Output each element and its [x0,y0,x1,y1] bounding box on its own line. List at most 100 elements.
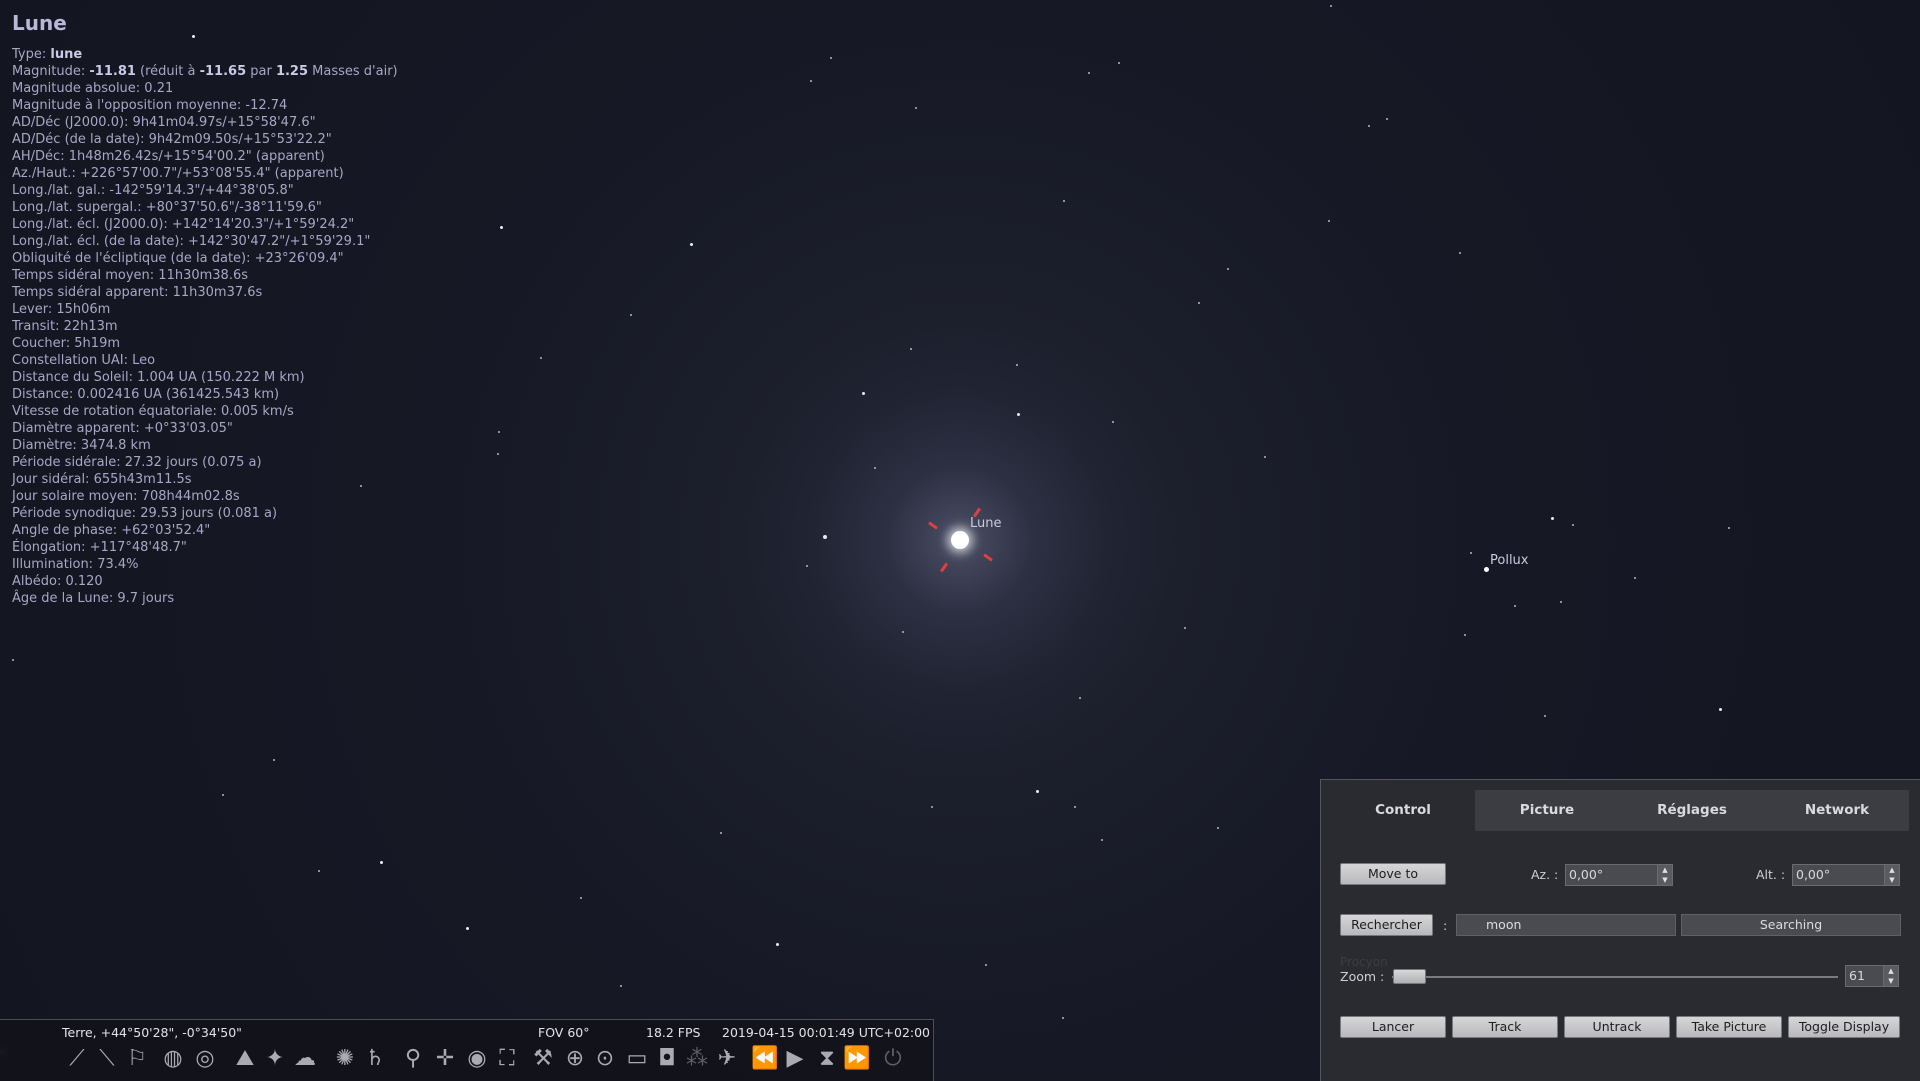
info-line: Obliquité de l'écliptique (de la date): … [12,251,344,266]
sensor-frame-icon[interactable]: ▭ [622,1044,652,1074]
azimuthal-grid-icon[interactable]: ◎ [190,1044,220,1074]
take-picture-button[interactable]: Take Picture [1676,1016,1782,1038]
info-magnitude: Magnitude: -11.81 (réduit à -11.65 par 1… [12,64,398,79]
star [985,964,987,966]
spin-arrows-icon[interactable]: ▲ ▼ [1657,865,1672,885]
star [910,348,912,350]
star [1551,517,1554,520]
star [1470,552,1472,554]
star [1079,697,1081,699]
az-spinbox[interactable]: 0,00° ▲ ▼ [1565,864,1673,886]
untrack-button[interactable]: Untrack [1564,1016,1670,1038]
quit-icon[interactable]: ⏻ [878,1044,908,1074]
moon-object[interactable] [951,531,969,549]
info-line: Illumination: 73.4% [12,557,139,572]
center-selected-icon[interactable]: ✛ [430,1044,460,1074]
tab-reglages[interactable]: Réglages [1620,790,1764,831]
equatorial-mount-icon[interactable]: ⚲ [398,1044,428,1074]
search-input[interactable]: moon [1456,914,1676,936]
info-line: AD/Déc (J2000.0): 9h41m04.97s/+15°58'47.… [12,115,316,130]
constellation-art-icon[interactable]: ⚐ [122,1044,152,1074]
spin-arrows-icon[interactable]: ▲ ▼ [1883,966,1898,986]
info-line: Âge de la Lune: 9.7 jours [12,591,175,606]
ocular-icon[interactable]: ⊕ [560,1044,590,1074]
constellation-names-icon[interactable]: ⟍ [92,1044,122,1074]
star [776,943,779,946]
lancer-button[interactable]: Lancer [1340,1016,1446,1038]
info-line: Magnitude à l'opposition moyenne: -12.74 [12,98,288,113]
info-line: Vitesse de rotation équatoriale: 0.005 k… [12,404,294,419]
info-line: Distance du Soleil: 1.004 UA (150.222 M … [12,370,305,385]
info-line: Albédo: 0.120 [12,574,103,589]
info-line: Jour solaire moyen: 708h44m02.8s [12,489,240,504]
star [540,357,542,359]
fast-forward-icon[interactable]: ⏩ [842,1044,872,1074]
satellites-icon[interactable]: ⁂ [682,1044,712,1074]
star [810,80,812,82]
star [318,870,320,872]
star [1719,708,1722,711]
planet-labels-icon[interactable]: ♄ [360,1044,390,1074]
track-button[interactable]: Track [1452,1016,1558,1038]
toggle-display-button[interactable]: Toggle Display [1788,1016,1900,1038]
alt-label: Alt. : [1756,867,1786,882]
star [862,392,865,395]
star [1368,125,1370,127]
info-line: Élongation: +117°48'48.7" [12,540,187,555]
procyon-label: Procyon [1340,955,1388,969]
star [1464,634,1466,636]
star [1572,524,1574,526]
zoom-slider[interactable] [1392,976,1838,978]
info-line: AH/Déc: 1h48m26.42s/+15°54'00.2" (appare… [12,149,325,164]
real-time-icon[interactable]: ⧗ [812,1044,842,1074]
night-mode-icon[interactable]: ◉ [462,1044,492,1074]
play-icon[interactable]: ▶ [780,1044,810,1074]
info-line: Diamètre: 3474.8 km [12,438,151,453]
rewind-icon[interactable]: ⏪ [750,1044,780,1074]
atmosphere-icon[interactable]: ☁ [290,1044,320,1074]
star [1227,268,1229,270]
equatorial-grid-icon[interactable]: ◍ [158,1044,188,1074]
spin-arrows-icon[interactable]: ▲ ▼ [1884,865,1899,885]
star [830,57,832,59]
move-to-button[interactable]: Move to [1340,863,1446,885]
star [1560,601,1562,603]
zoom-slider-handle[interactable] [1393,969,1426,984]
cardinal-points-icon[interactable]: ✦ [260,1044,290,1074]
search-button[interactable]: Rechercher [1340,914,1433,936]
star [222,794,224,796]
az-label: Az. : [1531,867,1559,882]
star [1184,627,1186,629]
telescope-icon[interactable]: ⚒ [528,1044,558,1074]
deep-sky-objects-icon[interactable]: ✺ [330,1044,360,1074]
star [497,453,499,455]
tab-picture[interactable]: Picture [1475,790,1619,831]
zoom-spinbox[interactable]: 61 ▲ ▼ [1845,965,1899,987]
info-line: AD/Déc (de la date): 9h42m09.50s/+15°53'… [12,132,332,147]
search-status: Searching [1681,914,1901,936]
camera-icon[interactable]: ◘ [652,1044,682,1074]
alt-spinbox[interactable]: 0,00° ▲ ▼ [1792,864,1900,886]
star [1074,806,1076,808]
search-separator: : [1443,918,1448,933]
star [690,243,693,246]
star [1118,62,1120,64]
info-line: Distance: 0.002416 UA (361425.543 km) [12,387,280,402]
fullscreen-icon[interactable]: ⛶ [492,1044,522,1074]
info-line: Période synodique: 29.53 jours (0.081 a) [12,506,278,521]
star [1112,421,1114,423]
constellation-lines-icon[interactable]: ⟋ [62,1044,92,1074]
datetime-text: 2019-04-15 00:01:49 UTC+02:00 [722,1025,931,1040]
pollux-star[interactable] [1484,567,1489,572]
ground-icon[interactable]: ⛰ [230,1044,260,1074]
info-line: Temps sidéral apparent: 11h30m37.6s [12,285,263,300]
tab-control[interactable]: Control [1331,790,1475,831]
star [1062,1017,1064,1019]
crosshair-icon[interactable]: ⊙ [590,1044,620,1074]
tab-network[interactable]: Network [1765,790,1909,831]
info-line: Long./lat. écl. (J2000.0): +142°14'20.3"… [12,217,355,232]
status-line: Terre, +44°50'28", -0°34'50" FOV 60° 18.… [0,1025,933,1041]
meteor-shower-icon[interactable]: ✈ [712,1044,742,1074]
fov-text: FOV 60° [538,1025,590,1040]
zoom-label: Zoom : [1340,969,1385,984]
